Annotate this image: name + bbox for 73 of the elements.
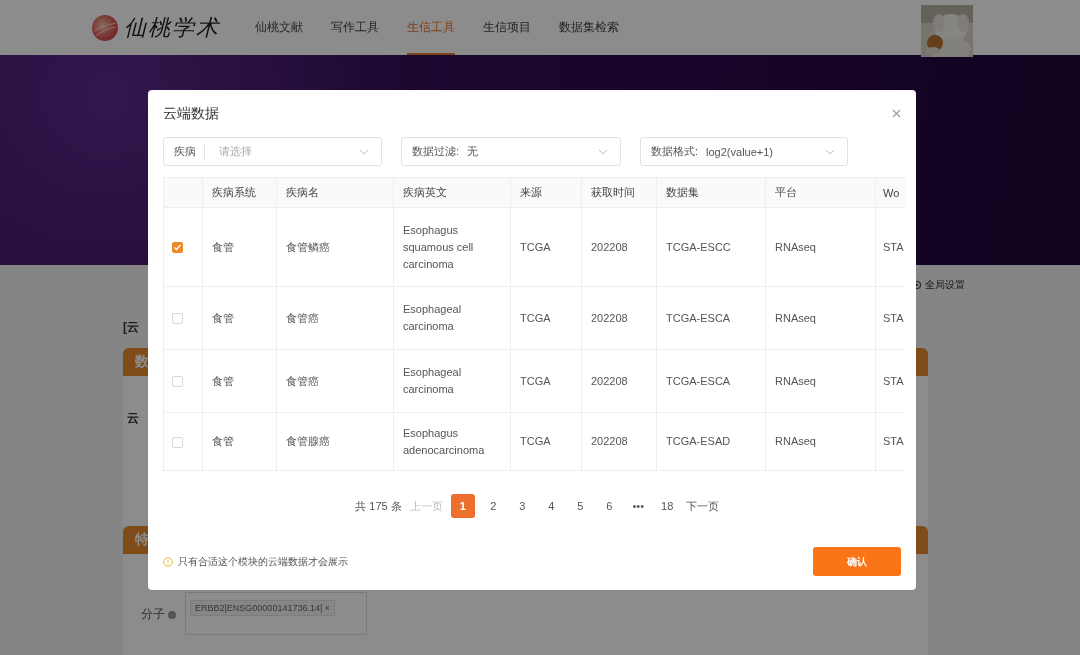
column-header: 疾病英文 [393, 177, 511, 208]
table-cell: TCGA-ESCA [666, 311, 731, 324]
row-checkbox[interactable] [172, 376, 183, 388]
table-cell: TCGA [520, 435, 551, 447]
table-cell: TCGA-ESCC [666, 240, 731, 253]
table-cell: 202208 [591, 374, 628, 387]
table-cell: RNAseq [775, 374, 816, 387]
table-cell: 202208 [591, 240, 628, 253]
table-cell: TCGA-ESCA [666, 374, 731, 387]
table-cell: RNAseq [775, 311, 816, 324]
table-cell: Esophagus adenocarcinoma [403, 426, 485, 456]
column-header: 获取时间 [581, 177, 657, 208]
page-number[interactable]: 4 [540, 494, 562, 518]
table-cell: 食管鳞癌 [286, 240, 330, 253]
hint-text: 只有合适这个模块的云端数据才会展示 [178, 554, 348, 569]
chevron-down-icon [598, 148, 608, 155]
logo-icon [90, 12, 120, 43]
table-cell: 食管 [212, 311, 234, 324]
page-number[interactable]: 2 [482, 494, 504, 518]
table-cell: STA [883, 374, 904, 387]
total-count: 共 175 条 [355, 498, 402, 514]
section-heading: [云 [123, 319, 139, 336]
table-cell: 食管 [212, 435, 234, 447]
column-header: 疾病系统 [202, 177, 277, 208]
table-cell: TCGA [520, 311, 551, 324]
table-cell: STA [883, 435, 904, 447]
select-field[interactable]: 数据格式: log2(value+1) [640, 137, 848, 166]
table-cell: 202208 [591, 311, 628, 324]
row-checkbox[interactable] [172, 242, 183, 254]
table-cell: 食管癌 [286, 374, 319, 387]
next-page-link[interactable]: 下一页 [685, 498, 719, 514]
chevron-down-icon [825, 148, 835, 155]
table-cell: 食管癌 [286, 311, 319, 324]
page-number[interactable]: 5 [569, 494, 591, 518]
settings-link[interactable]: 全局设置 [925, 278, 965, 292]
close-icon[interactable] [892, 109, 901, 118]
table-cell: Esophageal carcinoma [403, 366, 462, 395]
table-cell: 202208 [591, 435, 628, 447]
nav-item[interactable]: 数据集检索 [559, 0, 619, 55]
tag: ERBB2|ENSG00000141736.14| × [190, 600, 336, 616]
nav-item[interactable]: 仙桃文献 [255, 0, 303, 55]
table-cell: RNAseq [775, 240, 816, 253]
table-cell: RNAseq [775, 435, 816, 447]
table-cell: TCGA-ESAD [666, 435, 731, 447]
table-cell: STA [883, 311, 904, 324]
page-number[interactable]: 3 [511, 494, 533, 518]
page-number[interactable]: 18 [656, 494, 678, 518]
column-header: Wo [875, 177, 905, 208]
logo-text: 仙桃学术 [124, 13, 220, 42]
field-label: 分子 [141, 606, 165, 623]
column-header: 疾病名 [276, 177, 394, 208]
select-field[interactable]: 疾病 请选择 [163, 137, 382, 166]
table-cell: 食管腺癌 [286, 435, 330, 447]
table-cell: TCGA [520, 240, 551, 253]
field-label: 云 [127, 411, 139, 425]
column-header: 平台 [765, 177, 876, 208]
column-header: 数据集 [656, 177, 766, 208]
nav-item[interactable]: 生信项目 [483, 0, 531, 55]
column-header: 来源 [510, 177, 582, 208]
page-number[interactable]: 6 [598, 494, 620, 518]
nav-item[interactable]: 写作工具 [331, 0, 379, 55]
dialog-title: 云端数据 [163, 104, 219, 123]
row-checkbox[interactable] [172, 436, 183, 448]
row-checkbox[interactable] [172, 313, 183, 325]
table-cell: 食管 [212, 240, 234, 253]
table-cell: Esophagus squamous cell carcinoma [403, 223, 474, 270]
table-cell: Esophageal carcinoma [403, 303, 462, 332]
table-cell: TCGA [520, 374, 551, 387]
table-cell: STA [883, 240, 904, 253]
chevron-down-icon [359, 148, 369, 155]
page-number[interactable]: ••• [627, 494, 649, 518]
table-cell: 食管 [212, 374, 234, 387]
select-field[interactable]: 数据过滤: 无 [401, 137, 621, 166]
